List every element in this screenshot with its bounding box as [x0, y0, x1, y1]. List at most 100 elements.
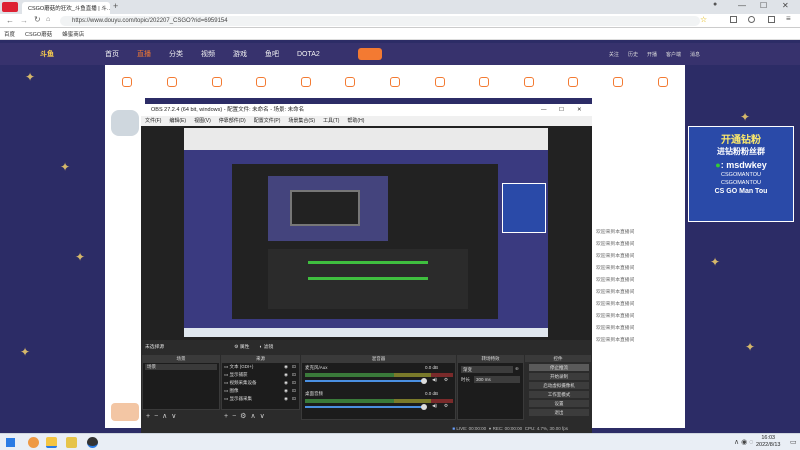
scene-item[interactable]: 场景	[145, 364, 217, 370]
close-icon[interactable]: ✕	[782, 1, 789, 10]
star-icon[interactable]: ☆	[700, 15, 707, 24]
control-button[interactable]: 停止推流	[529, 364, 589, 371]
obs-menu-item[interactable]: 工具(T)	[323, 116, 339, 126]
properties-button[interactable]: ⚙ 属性	[234, 343, 249, 350]
obs-menu-item[interactable]: 场景集合(S)	[288, 116, 315, 126]
volume-slider[interactable]	[305, 380, 425, 382]
source-item[interactable]: ▭ 文本 (GDI+) ◉ ⊡	[224, 364, 296, 370]
nav-item[interactable]: 鱼吧	[265, 49, 279, 59]
room-feature-icon[interactable]	[300, 76, 311, 87]
gift-icon[interactable]	[111, 403, 139, 421]
transition-select[interactable]: 渐变	[461, 366, 513, 373]
room-feature-icon[interactable]	[389, 76, 400, 87]
profile-icon[interactable]	[748, 16, 755, 23]
visibility-icon[interactable]: ◉	[284, 380, 288, 386]
filters-button[interactable]: ◐ 滤镜	[259, 343, 273, 350]
source-item[interactable]: ▭ 显示捕获 ◉ ⊡	[224, 372, 296, 378]
bookmark-item[interactable]: CSGO蘑菇	[25, 30, 52, 38]
lock-icon[interactable]: ⊡	[292, 364, 296, 370]
room-feature-icon[interactable]	[613, 76, 623, 87]
downloads-icon[interactable]	[768, 16, 775, 23]
obs-minimize-icon[interactable]: —	[541, 104, 547, 116]
app-logo-icon[interactable]	[2, 2, 18, 12]
browser-tab[interactable]: CSGO蘑菇的狂欢_斗鱼直播 | 斗…	[22, 2, 110, 14]
search-button[interactable]	[357, 48, 382, 60]
obs-menu-item[interactable]: 视图(V)	[194, 116, 211, 126]
user-nav-item[interactable]: 消息	[690, 51, 700, 58]
nav-item[interactable]: 直播	[137, 49, 151, 59]
obs-menu-item[interactable]: 编辑(E)	[169, 116, 186, 126]
gear-icon[interactable]: ⚙	[444, 403, 448, 409]
user-nav-item[interactable]: 开播	[647, 51, 657, 58]
chrome-icon[interactable]	[28, 437, 39, 448]
volume-slider[interactable]	[305, 406, 425, 408]
back-icon[interactable]: ←	[6, 16, 14, 25]
lock-icon[interactable]: ⊡	[292, 372, 296, 378]
volume-slider-handle[interactable]	[421, 378, 427, 384]
nav-item[interactable]: DOTA2	[297, 51, 320, 58]
user-nav-item[interactable]: 客户端	[666, 51, 681, 58]
visibility-icon[interactable]: ◉	[284, 396, 288, 402]
room-feature-icon[interactable]	[479, 76, 490, 87]
sources-toolbar[interactable]: +−⚙∧∨	[224, 412, 269, 420]
user-nav-item[interactable]: 历史	[628, 51, 638, 58]
obs-menu-item[interactable]: 文件(F)	[145, 116, 161, 126]
visibility-icon[interactable]: ◉	[284, 364, 288, 370]
obs-preview[interactable]	[184, 128, 548, 337]
scenes-toolbar[interactable]: +−∧∨	[146, 412, 180, 420]
source-item[interactable]: ▭ 显示器采集 ◉ ⊡	[224, 396, 296, 402]
menu-icon[interactable]: ●	[713, 1, 717, 8]
room-feature-icon[interactable]	[568, 76, 579, 87]
lock-icon[interactable]: ⊡	[292, 380, 296, 386]
home-icon[interactable]: ⌂	[46, 16, 50, 23]
obs-close-icon[interactable]: ✕	[577, 104, 582, 116]
transition-add-icon[interactable]: ⊕	[515, 366, 519, 372]
speaker-icon[interactable]: ◀)	[432, 377, 437, 383]
forward-icon[interactable]: →	[20, 16, 28, 25]
nav-item[interactable]: 首页	[105, 49, 119, 59]
source-item[interactable]: ▭ 图像 ◉ ⊡	[224, 388, 296, 394]
room-feature-icon[interactable]	[523, 76, 534, 87]
volume-slider-handle[interactable]	[421, 404, 427, 410]
lock-icon[interactable]: ⊡	[292, 396, 296, 402]
reload-icon[interactable]: ↻	[34, 15, 41, 24]
nav-item[interactable]: 视频	[201, 49, 215, 59]
room-feature-icon[interactable]	[256, 76, 267, 87]
browser-menu-icon[interactable]: ≡	[786, 14, 791, 23]
room-feature-icon[interactable]	[211, 76, 222, 87]
nav-item[interactable]: 游戏	[233, 49, 247, 59]
folder-icon[interactable]	[66, 437, 77, 448]
control-button[interactable]: 开始录制	[529, 373, 589, 380]
gear-icon[interactable]: ⚙	[444, 377, 448, 383]
obs-menu-item[interactable]: 停靠部件(D)	[219, 116, 246, 126]
obs-app-icon[interactable]	[87, 437, 98, 448]
control-button[interactable]: 工作室模式	[529, 391, 589, 398]
control-button[interactable]: 退出	[529, 409, 589, 416]
visibility-icon[interactable]: ◉	[284, 372, 288, 378]
douyu-app-icon[interactable]	[46, 437, 57, 448]
bookmark-item[interactable]: 蜂蜜商店	[62, 30, 84, 38]
room-feature-icon[interactable]	[122, 76, 133, 87]
tray-icons[interactable]: ∧ ◉ ◌	[734, 438, 753, 446]
room-feature-icon[interactable]	[657, 76, 668, 87]
lock-icon[interactable]: ⊡	[292, 388, 296, 394]
ad-banner[interactable]: 开通钻粉 进钻粉粉丝群 ●: msdwkey CSGOMANTOU CSGOMA…	[688, 126, 794, 222]
obs-menu-item[interactable]: 配置文件(P)	[254, 116, 281, 126]
control-button[interactable]: 启动虚拟摄像机	[529, 382, 589, 389]
start-icon[interactable]	[6, 438, 15, 447]
user-nav-item[interactable]: 关注	[609, 51, 619, 58]
minimize-icon[interactable]: —	[738, 1, 746, 10]
maximize-icon[interactable]: ☐	[760, 1, 767, 10]
site-logo[interactable]: 斗鱼	[0, 49, 105, 59]
room-feature-icon[interactable]	[166, 76, 177, 87]
url-field[interactable]: https://www.douyu.com/topic/202207_CSGO?…	[60, 16, 700, 26]
nav-item[interactable]: 分类	[169, 49, 183, 59]
bookmark-item[interactable]: 百度	[4, 30, 15, 38]
notification-icon[interactable]: ▭	[790, 438, 797, 446]
source-item[interactable]: ▭ 视频采集设备 ◉ ⊡	[224, 380, 296, 386]
visibility-icon[interactable]: ◉	[284, 388, 288, 394]
speaker-icon[interactable]: ◀)	[432, 403, 437, 409]
extensions-icon[interactable]	[730, 16, 737, 23]
obs-maximize-icon[interactable]: ☐	[559, 104, 564, 116]
room-feature-icon[interactable]	[434, 76, 445, 87]
